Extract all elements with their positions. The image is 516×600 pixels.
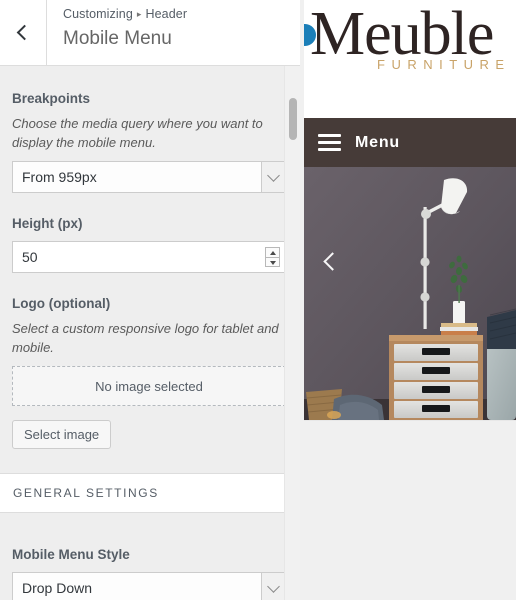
panel-titles: Customizing ▸ Header Mobile Menu [63, 6, 290, 52]
mobile-menu-bar[interactable]: Menu [304, 118, 516, 167]
mobile-menu-label: Menu [355, 133, 400, 151]
select-image-button[interactable]: Select image [12, 420, 112, 449]
customizer-screen: Customizing ▸ Header Mobile Menu Breakpoin… [0, 0, 516, 600]
breadcrumb-current[interactable]: Header [146, 7, 188, 21]
height-number-field[interactable] [12, 241, 286, 273]
chevron-left-icon [323, 252, 342, 271]
general-settings-heading: GENERAL SETTINGS [13, 486, 159, 500]
mobile-menu-style-label: Mobile Menu Style [12, 547, 130, 562]
control-mobile-menu-style: Mobile Menu Style Drop Down [12, 546, 288, 600]
logo-description: Select a custom responsive logo for tabl… [12, 321, 279, 355]
control-breakpoints: Breakpoints Choose the media query where… [12, 90, 288, 193]
section-general-settings: Mobile Menu Style Drop Down [0, 513, 300, 600]
breadcrumb: Customizing ▸ Header [63, 6, 290, 23]
site-logo-tagline: FURNITURE [377, 57, 511, 72]
preview-content-below [304, 420, 516, 600]
back-button[interactable] [0, 0, 47, 65]
hamburger-icon[interactable] [318, 134, 341, 151]
section-header-general-settings[interactable]: GENERAL SETTINGS [0, 473, 300, 513]
chevron-left-icon [16, 24, 33, 40]
hero-image [304, 167, 516, 420]
control-logo: Logo (optional) Select a custom responsi… [12, 295, 288, 449]
customizer-sidebar: Customizing ▸ Header Mobile Menu Breakpoin… [0, 0, 300, 600]
logo-dropzone[interactable]: No image selected [12, 366, 286, 406]
height-label: Height (px) [12, 216, 83, 231]
site-logo[interactable]: Meuble FURNITURE [304, 0, 516, 118]
stepper-down[interactable] [266, 257, 279, 267]
mobile-menu-style-value[interactable]: Drop Down [12, 572, 286, 600]
panel-header: Customizing ▸ Header Mobile Menu [0, 0, 300, 66]
breakpoints-select-value[interactable]: From 959px [12, 161, 286, 193]
page-title: Mobile Menu [63, 28, 172, 49]
stepper-up[interactable] [266, 248, 279, 257]
breakpoints-select[interactable]: From 959px [12, 161, 286, 193]
site-preview: Meuble FURNITURE Menu [300, 0, 516, 600]
hero-prev-button[interactable] [323, 252, 348, 277]
scrollbar-thumb[interactable] [289, 98, 297, 140]
section-mobile-menu: Breakpoints Choose the media query where… [0, 66, 300, 449]
breakpoints-description: Choose the media query where you want to… [12, 116, 263, 150]
site-logo-name: Meuble [310, 0, 494, 68]
breakpoints-label: Breakpoints [12, 91, 91, 106]
triangle-up-icon [269, 250, 276, 255]
control-height: Height (px) [12, 215, 288, 273]
triangle-down-icon [269, 260, 276, 265]
mobile-menu-style-select[interactable]: Drop Down [12, 572, 286, 600]
logo-placeholder-text: No image selected [95, 378, 203, 394]
chevron-down-icon[interactable] [261, 573, 285, 600]
quantity-stepper[interactable] [265, 247, 280, 267]
height-input[interactable] [12, 241, 286, 273]
sidebar-body: Breakpoints Choose the media query where… [0, 66, 300, 600]
site-preview-frame: Meuble FURNITURE Menu [304, 0, 516, 600]
sidebar-scrollbar[interactable] [284, 66, 300, 600]
logo-label: Logo (optional) [12, 296, 111, 311]
breadcrumb-separator-icon: ▸ [136, 9, 142, 19]
hero-slider [304, 167, 516, 420]
breadcrumb-root[interactable]: Customizing [63, 7, 133, 21]
chevron-down-icon[interactable] [261, 162, 285, 192]
